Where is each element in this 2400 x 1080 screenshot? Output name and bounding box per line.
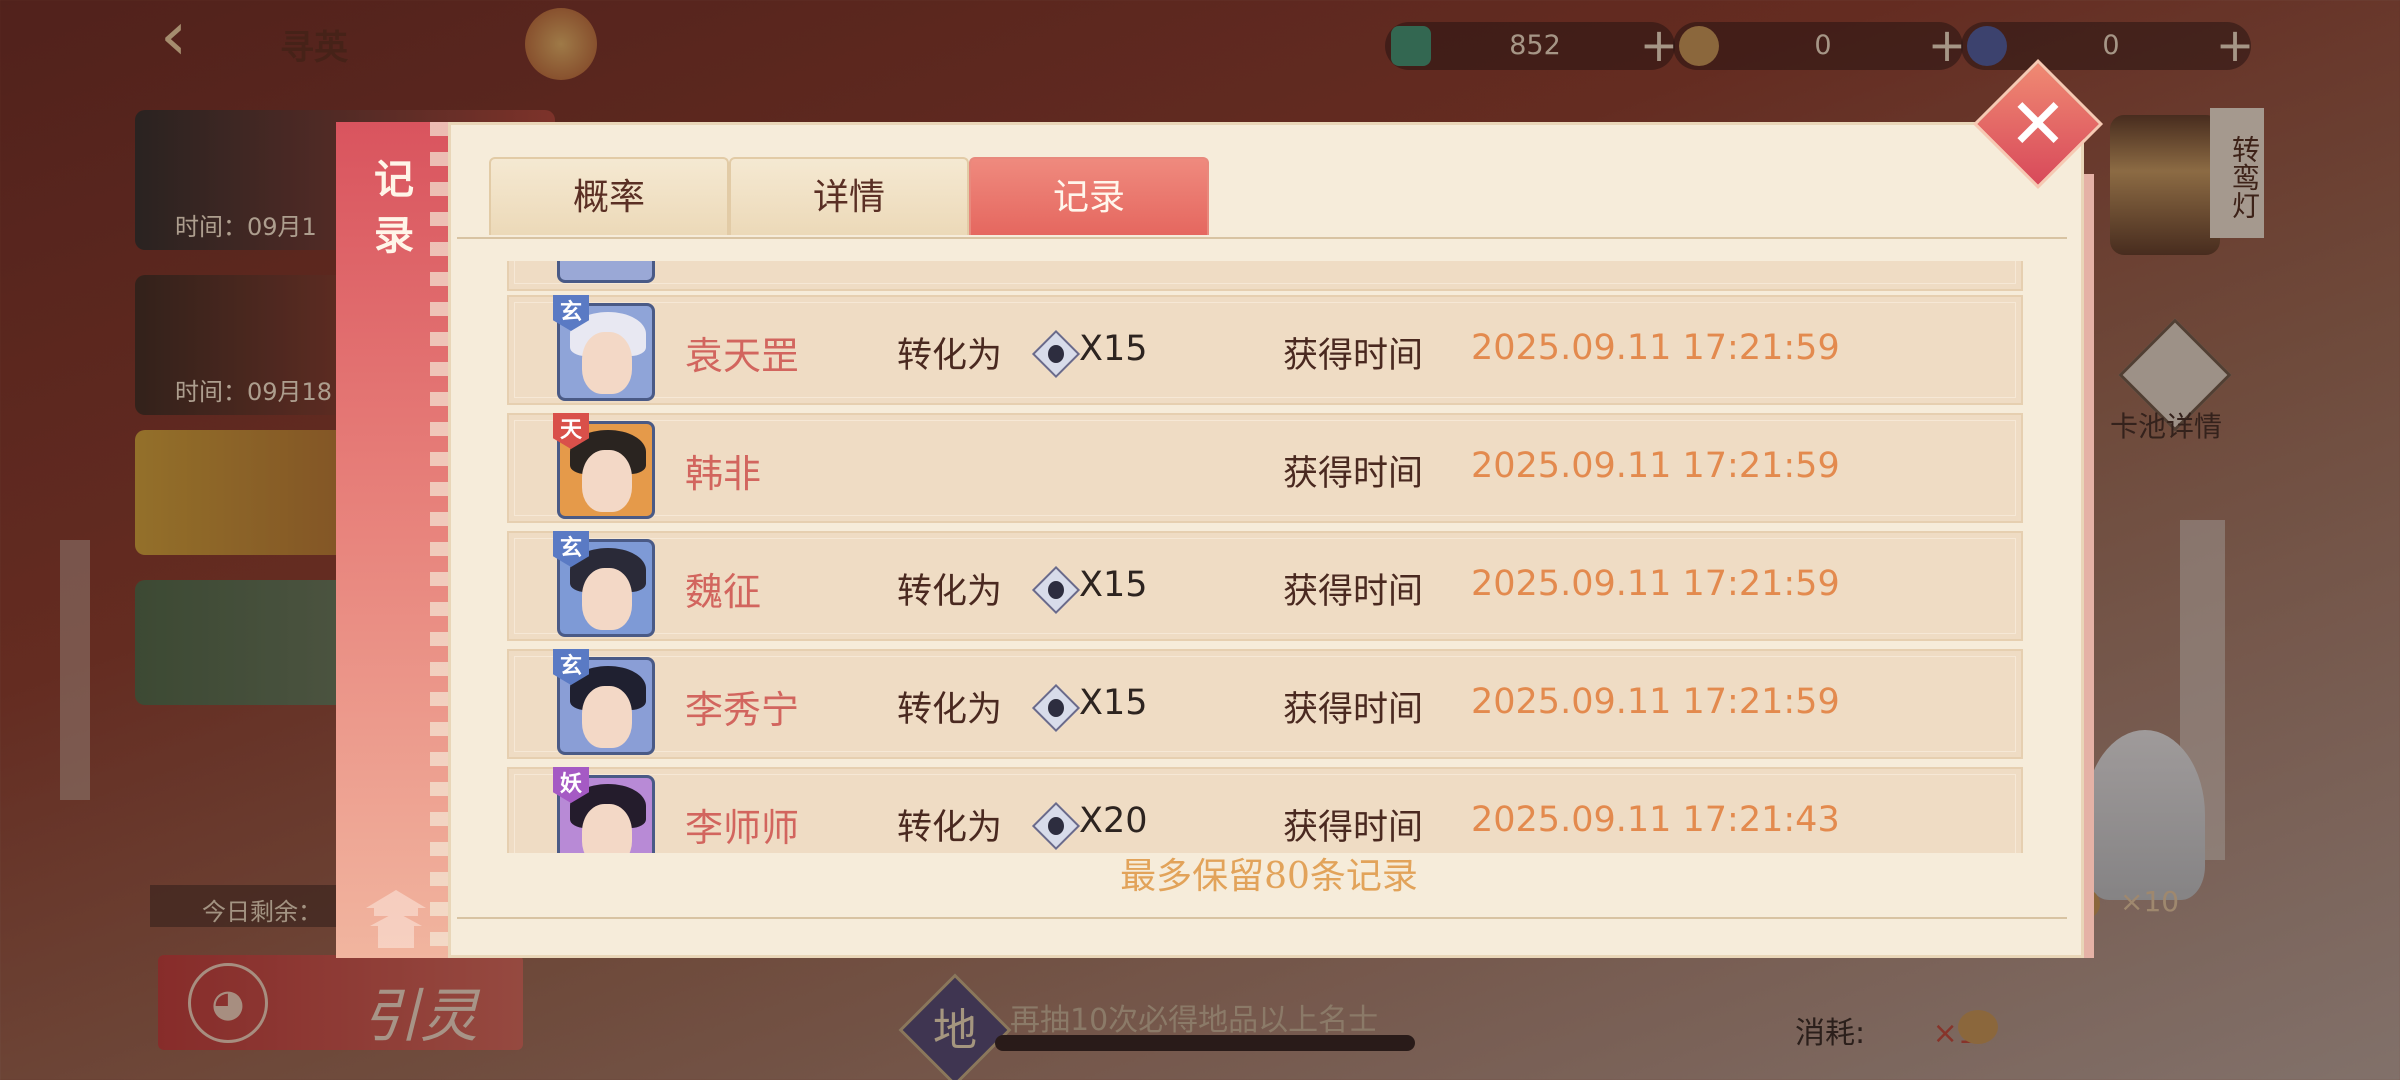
fragment-quantity: X15 xyxy=(1079,683,1148,723)
tab-records[interactable]: 记录 xyxy=(969,157,1209,235)
fragment-quantity: X20 xyxy=(1079,801,1148,841)
tab-probability[interactable]: 概率 xyxy=(489,157,729,235)
record-row: 玄魏征 转化为 X15 获得时间 2025.09.11 17:21:59 xyxy=(507,531,2023,641)
hero-fragment-icon xyxy=(1031,329,1081,379)
hero-name: 魏征 xyxy=(685,570,762,614)
record-row: 玄李秀宁 转化为 X15 获得时间 2025.09.11 17:21:59 xyxy=(507,649,2023,759)
convert-label: 转化为 xyxy=(897,690,1003,730)
record-modal: 记录 概率 详情 记录 玄袁天罡 转化为 X15 获得时间 2025.09.11 17:… xyxy=(336,122,2094,958)
obtain-time: 2025.09.11 17:21:59 xyxy=(1471,682,1840,722)
fragment-quantity: X15 xyxy=(1079,565,1148,605)
record-row-partial xyxy=(507,261,2023,291)
convert-label: 转化为 xyxy=(897,336,1003,376)
divider xyxy=(457,237,2067,239)
hero-fragment-icon xyxy=(1031,565,1081,615)
fragment-quantity: X15 xyxy=(1079,329,1148,369)
obtain-time: 2025.09.11 17:21:59 xyxy=(1471,446,1840,486)
tab-details[interactable]: 详情 xyxy=(729,157,969,235)
record-row: 天韩非 获得时间 2025.09.11 17:21:59 xyxy=(507,413,2023,523)
hero-face xyxy=(582,568,632,630)
obtain-time: 2025.09.11 17:21:59 xyxy=(1471,328,1840,368)
close-icon: ✕ xyxy=(2008,83,2068,165)
obtain-time-label: 获得时间 xyxy=(1283,808,1424,848)
hero-name: 袁天罡 xyxy=(685,334,800,378)
convert-label: 转化为 xyxy=(897,808,1003,848)
max-records-note: 最多保留80条记录 xyxy=(1120,856,1418,897)
obtain-time: 2025.09.11 17:21:43 xyxy=(1471,800,1840,840)
obtain-time-label: 获得时间 xyxy=(1283,690,1424,730)
hero-face xyxy=(582,686,632,748)
hero-name: 李师师 xyxy=(685,806,800,850)
modal-side-tab: 记录 xyxy=(336,122,452,958)
hero-face xyxy=(582,450,632,512)
convert-label: 转化为 xyxy=(897,572,1003,612)
pagoda-icon xyxy=(366,890,426,948)
obtain-time-label: 获得时间 xyxy=(1283,336,1424,376)
obtain-time: 2025.09.11 17:21:59 xyxy=(1471,564,1840,604)
modal-side-title: 记录 xyxy=(374,156,414,259)
hero-fragment-icon xyxy=(1031,683,1081,733)
obtain-time-label: 获得时间 xyxy=(1283,454,1424,494)
hero-avatar xyxy=(557,261,655,283)
record-row: 妖李师师 转化为 X20 获得时间 2025.09.11 17:21:43 xyxy=(507,767,2023,853)
hero-name: 李秀宁 xyxy=(685,688,800,732)
hero-face xyxy=(582,332,632,394)
hero-name: 韩非 xyxy=(685,452,762,496)
record-row: 玄袁天罡 转化为 X15 获得时间 2025.09.11 17:21:59 xyxy=(507,295,2023,405)
obtain-time-label: 获得时间 xyxy=(1283,572,1424,612)
divider xyxy=(457,917,2067,919)
record-panel: 概率 详情 记录 玄袁天罡 转化为 X15 获得时间 2025.09.11 17:21:… xyxy=(448,122,2084,958)
record-list[interactable]: 玄袁天罡 转化为 X15 获得时间 2025.09.11 17:21:59 天韩非 获得时间… xyxy=(507,261,2023,853)
hero-fragment-icon xyxy=(1031,801,1081,851)
hero-face xyxy=(582,804,632,853)
